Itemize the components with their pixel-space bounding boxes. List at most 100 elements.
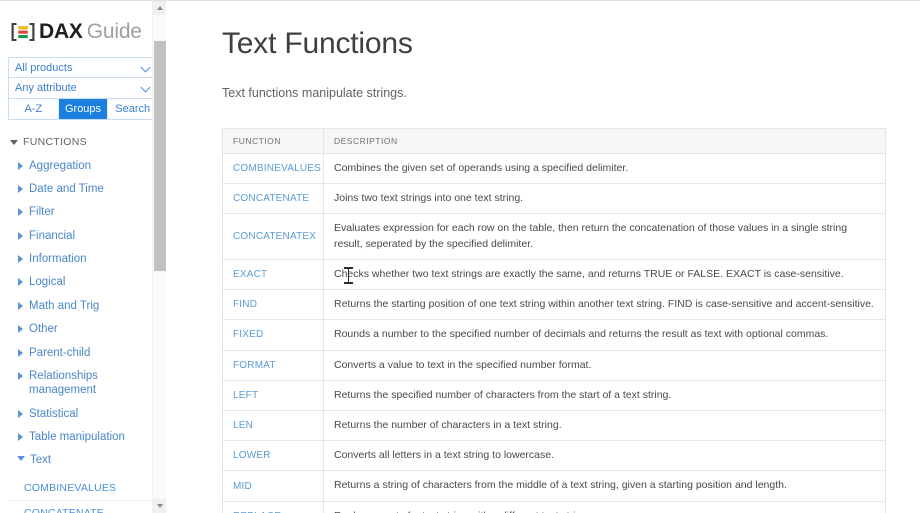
table-row: COMBINEVALUES Combines the given set of … [222, 152, 886, 185]
function-description: Checks whether two text strings are exac… [323, 258, 886, 291]
function-link-mid[interactable]: MID [222, 470, 324, 502]
sidebar-scrollbar-thumb[interactable] [154, 41, 166, 271]
sidebar-item-label: Financial [29, 229, 76, 242]
table-row: FIND Returns the starting position of on… [222, 289, 886, 321]
table-row: LOWER Converts all letters in a text str… [222, 440, 886, 472]
function-description: Returns the starting position of one tex… [323, 289, 886, 321]
function-link-lower[interactable]: LOWER [222, 440, 324, 472]
sidebar-item-label: Information [29, 253, 87, 265]
function-description: Joins two text strings into one text str… [323, 183, 886, 215]
caret-right-icon [18, 184, 23, 193]
table-row: FIXED Rounds a number to the specified n… [222, 319, 886, 351]
caret-down-icon [17, 456, 25, 462]
function-link-left[interactable]: LEFT [222, 379, 324, 411]
sidebar-tabs: A-Z Groups Search [8, 99, 158, 120]
function-description: Combines the given set of operands using… [323, 152, 886, 185]
functions-table-body: COMBINEVALUES Combines the given set of … [222, 152, 886, 513]
sidebar-item-information[interactable]: Information [10, 248, 152, 271]
sidebar-item-logical[interactable]: Logical [10, 271, 152, 294]
sidebar-text-function-list: COMBINEVALUES CONCATENATE CONCATENATEX [10, 476, 152, 513]
page-title: Text Functions [222, 27, 413, 60]
caret-right-icon [18, 371, 23, 380]
nav-section-label: FUNCTIONS [23, 136, 87, 148]
product-filter-value: All products [15, 61, 73, 74]
table-row: MID Returns a string of characters from … [222, 470, 886, 502]
brand-name-light: Guide [86, 20, 142, 43]
sidebar-item-math-and-trig[interactable]: Math and Trig [10, 294, 152, 317]
sidebar-item-filter[interactable]: Filter [10, 201, 152, 224]
column-header-description: DESCRIPTION [323, 128, 886, 154]
table-row: CONCATENATEX Evaluates expression for ea… [222, 213, 886, 260]
nav-section-functions[interactable]: FUNCTIONS [10, 136, 152, 148]
page-description: Text functions manipulate strings. [222, 86, 407, 100]
function-description: Evaluates expression for each row on the… [323, 213, 886, 260]
table-row: FORMAT Converts a value to text in the s… [222, 349, 886, 381]
table-row: REPLACE Replaces part of a text string w… [222, 500, 886, 513]
sidebar-item-relationships-management[interactable]: Relationships management [10, 364, 152, 402]
table-header-row: FUNCTION DESCRIPTION [222, 128, 886, 154]
sidebar-filters: All products Any attribute A-Z Groups Se… [0, 57, 166, 120]
function-link-combinevalues[interactable]: COMBINEVALUES [222, 152, 324, 185]
brand-name-bold: DAX [39, 20, 83, 43]
tab-a-z[interactable]: A-Z [9, 99, 59, 119]
function-description: Converts a value to text in the specifie… [323, 349, 886, 381]
chevron-down-icon [141, 83, 151, 93]
product-filter-select[interactable]: All products [8, 57, 158, 78]
caret-right-icon [18, 409, 23, 418]
functions-table: FUNCTION DESCRIPTION COMBINEVALUES Combi… [222, 128, 886, 513]
sidebar-item-text[interactable]: Text [10, 449, 152, 472]
sidebar-item-label: Table manipulation [29, 431, 125, 443]
caret-right-icon [18, 301, 23, 310]
sidebar-item-label: Filter [29, 206, 55, 219]
sidebar: DAX Guide All products Any attribute A-Z … [0, 1, 166, 513]
function-description: Rounds a number to the specified number … [323, 319, 886, 351]
brand-logo[interactable]: DAX Guide [0, 1, 166, 49]
function-link-exact[interactable]: EXACT [222, 258, 324, 291]
column-header-function: FUNCTION [222, 128, 324, 154]
function-link-find[interactable]: FIND [222, 289, 324, 321]
function-link-fixed[interactable]: FIXED [222, 319, 324, 351]
attribute-filter-select[interactable]: Any attribute [8, 78, 158, 99]
caret-right-icon [18, 278, 23, 287]
sidebar-item-aggregation[interactable]: Aggregation [10, 154, 152, 177]
sidebar-item-table-manipulation[interactable]: Table manipulation [10, 426, 152, 449]
sidebar-item-label: Statistical [29, 407, 79, 420]
sidebar-function-combinevalues[interactable]: COMBINEVALUES [10, 476, 152, 502]
sidebar-item-financial[interactable]: Financial [10, 224, 152, 247]
caret-down-icon [10, 139, 18, 145]
main-content: Text Functions Text functions manipulate… [166, 1, 920, 513]
scroll-down-arrow-icon[interactable] [153, 499, 166, 513]
table-row: EXACT Checks whether two text strings ar… [222, 258, 886, 291]
tab-groups[interactable]: Groups [58, 99, 109, 119]
function-link-len[interactable]: LEN [222, 409, 324, 442]
caret-right-icon [18, 348, 23, 357]
sidebar-item-date-and-time[interactable]: Date and Time [10, 177, 152, 200]
sidebar-item-label: Aggregation [29, 159, 92, 172]
function-link-replace[interactable]: REPLACE [222, 500, 324, 513]
function-description: Replaces part of a text string with a di… [323, 500, 886, 513]
tab-search[interactable]: Search [108, 99, 158, 119]
scroll-up-arrow-icon[interactable] [153, 1, 166, 15]
sidebar-item-other[interactable]: Other [10, 318, 152, 341]
function-link-concatenatex[interactable]: CONCATENATEX [222, 213, 324, 260]
sidebar-scrollbar[interactable] [152, 1, 166, 513]
table-row: LEN Returns the number of characters in … [222, 409, 886, 442]
chevron-down-icon [141, 63, 151, 73]
dax-bracket-logo-icon [10, 21, 36, 43]
sidebar-item-statistical[interactable]: Statistical [10, 402, 152, 425]
function-link-concatenate[interactable]: CONCATENATE [222, 183, 324, 215]
table-row: LEFT Returns the specified number of cha… [222, 379, 886, 411]
function-description: Returns the specified number of characte… [323, 379, 886, 411]
caret-right-icon [18, 433, 23, 441]
caret-right-icon [18, 208, 23, 217]
sidebar-item-label: Date and Time [29, 182, 104, 195]
caret-right-icon [18, 325, 23, 334]
sidebar-item-parent-child[interactable]: Parent-child [10, 341, 152, 364]
sidebar-function-concatenate[interactable]: CONCATENATE [10, 501, 152, 513]
sidebar-item-label: Relationships management [29, 369, 99, 397]
function-description: Converts all letters in a text string to… [323, 440, 886, 472]
function-description: Returns the number of characters in a te… [323, 409, 886, 442]
function-link-format[interactable]: FORMAT [222, 349, 324, 381]
sidebar-item-label: Other [29, 323, 58, 336]
caret-right-icon [18, 231, 23, 240]
